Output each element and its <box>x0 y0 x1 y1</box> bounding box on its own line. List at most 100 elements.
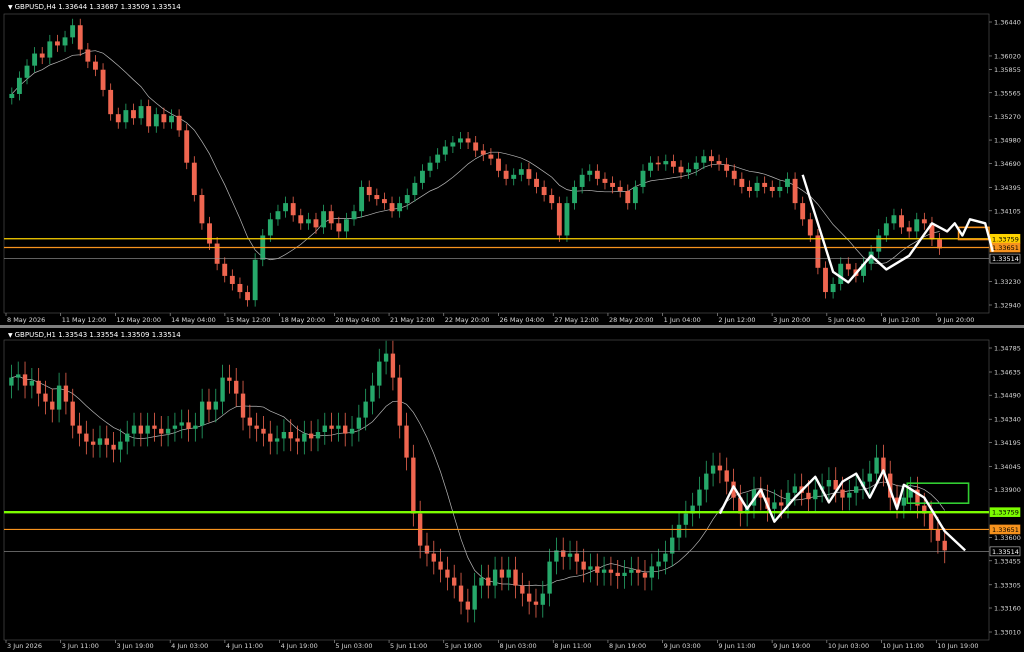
candle-body <box>93 61 98 70</box>
candle-body <box>214 243 220 264</box>
candle-body <box>693 162 699 170</box>
candle-body <box>488 154 494 159</box>
candle-body <box>222 263 228 276</box>
candle-body <box>268 433 273 442</box>
candle-body <box>22 374 28 386</box>
candle-body <box>608 569 614 573</box>
candle-body <box>572 186 577 204</box>
candle-body <box>56 385 62 410</box>
candle-body <box>678 166 684 173</box>
candle-body <box>465 601 471 610</box>
candle-body <box>511 174 517 179</box>
candle-body <box>663 553 668 562</box>
y-tick-label: 1.34195 <box>994 439 1021 447</box>
candle-body <box>146 106 152 127</box>
candle-body <box>220 377 225 402</box>
candle-body <box>247 417 253 426</box>
pattern-line <box>801 174 994 284</box>
chart-canvas-h1[interactable]: 1.33759 1.33651 1.33514 1.34785 1.34635 1.344… <box>0 328 1024 652</box>
chart-panel-h4[interactable]: ▼ GBPUSD,H4 1.33644 1.33687 1.33509 1.335… <box>0 0 1024 326</box>
x-tick-label: 22 May 20:00 <box>445 316 490 324</box>
candle-body <box>779 502 784 506</box>
chart-canvas-h4[interactable]: 1.337591.33651 1.33514 1.36440 1.36020 1.358… <box>0 0 1024 326</box>
price-label-text: 1.33514 <box>992 548 1019 556</box>
candle-body <box>724 164 730 171</box>
candle-body <box>374 195 380 200</box>
candle-body <box>70 401 75 426</box>
candle-body <box>97 438 103 445</box>
chart-panel-h1[interactable]: ▼ GBPUSD,H1 1.33543 1.33554 1.33509 1.335… <box>0 328 1024 652</box>
candle-body <box>595 566 600 573</box>
candle-body <box>381 199 387 204</box>
candle-body <box>36 380 41 394</box>
y-tick-label: 1.32940 <box>994 302 1021 310</box>
candle-body <box>622 572 627 576</box>
candle-body <box>534 178 539 187</box>
candle-body <box>184 130 190 163</box>
candle-body <box>186 422 191 429</box>
candle-body <box>547 561 552 594</box>
candle-body <box>281 432 287 439</box>
candle-body <box>104 438 109 445</box>
candle-body <box>601 569 607 573</box>
candle-body <box>640 170 646 187</box>
candle-body <box>100 69 106 90</box>
candle-body <box>9 377 14 386</box>
x-tick-label: 9 Jun 20:00 <box>937 316 974 324</box>
candle-body <box>541 186 547 196</box>
candle-body <box>610 182 616 187</box>
candle-body <box>826 480 832 487</box>
candle-body <box>655 162 661 165</box>
candle-body <box>450 142 456 147</box>
candle-body <box>554 550 559 562</box>
y-tick-label: 1.34105 <box>994 207 1021 215</box>
candle-body <box>663 161 669 165</box>
candle-body <box>329 425 334 429</box>
price-label-green: 1.33759 <box>989 507 1021 517</box>
candle-body <box>697 489 702 506</box>
candle-body <box>567 553 573 557</box>
candle-body <box>602 178 608 183</box>
candle-body <box>261 428 266 434</box>
candle-body <box>125 433 130 442</box>
y-tick-label: 1.34340 <box>994 416 1021 424</box>
candle-body <box>343 425 348 434</box>
candle-body <box>564 203 570 236</box>
candle-body <box>615 572 620 576</box>
candle-body <box>520 585 525 594</box>
candle-body <box>138 425 144 434</box>
x-tick-label: 3 Jun 2026 <box>7 642 42 650</box>
candle-body <box>513 569 518 586</box>
candle-body <box>169 115 174 123</box>
candle-body <box>533 601 539 605</box>
candle-body <box>288 432 293 439</box>
x-tick-label: 8 Jun 19:00 <box>609 642 646 650</box>
price-label-current: 1.33514 <box>989 253 1021 264</box>
candle-body <box>363 401 368 418</box>
candle-body <box>632 186 638 204</box>
candle-body <box>315 432 321 439</box>
candle-body <box>845 263 851 270</box>
x-tick-label: 4 Jun 03:00 <box>171 642 208 650</box>
candle-body <box>240 393 246 418</box>
candle-body <box>420 170 425 183</box>
candle-body <box>625 190 631 204</box>
candle-body <box>452 577 457 586</box>
price-label-text: 1.33651 <box>992 244 1019 252</box>
candle-body <box>704 473 709 490</box>
y-tick-label: 1.34635 <box>994 369 1021 377</box>
candle-body <box>813 489 818 500</box>
x-tick-label: 9 Jun 11:00 <box>718 642 755 650</box>
candle-body <box>876 235 882 252</box>
candle-body <box>747 186 752 191</box>
candle-body <box>724 470 729 482</box>
price-label-orange: 1.33651 <box>989 524 1021 535</box>
candle-body <box>237 283 243 293</box>
candle-body <box>213 401 218 410</box>
candle-body <box>54 41 60 46</box>
x-tick-label: 1 Jun 04:00 <box>664 316 701 324</box>
price-label-orange: 1.33651 <box>989 242 1021 253</box>
candle-body <box>496 158 501 171</box>
candle-body <box>70 25 76 38</box>
x-tick-label: 10 Jun 03:00 <box>828 642 869 650</box>
